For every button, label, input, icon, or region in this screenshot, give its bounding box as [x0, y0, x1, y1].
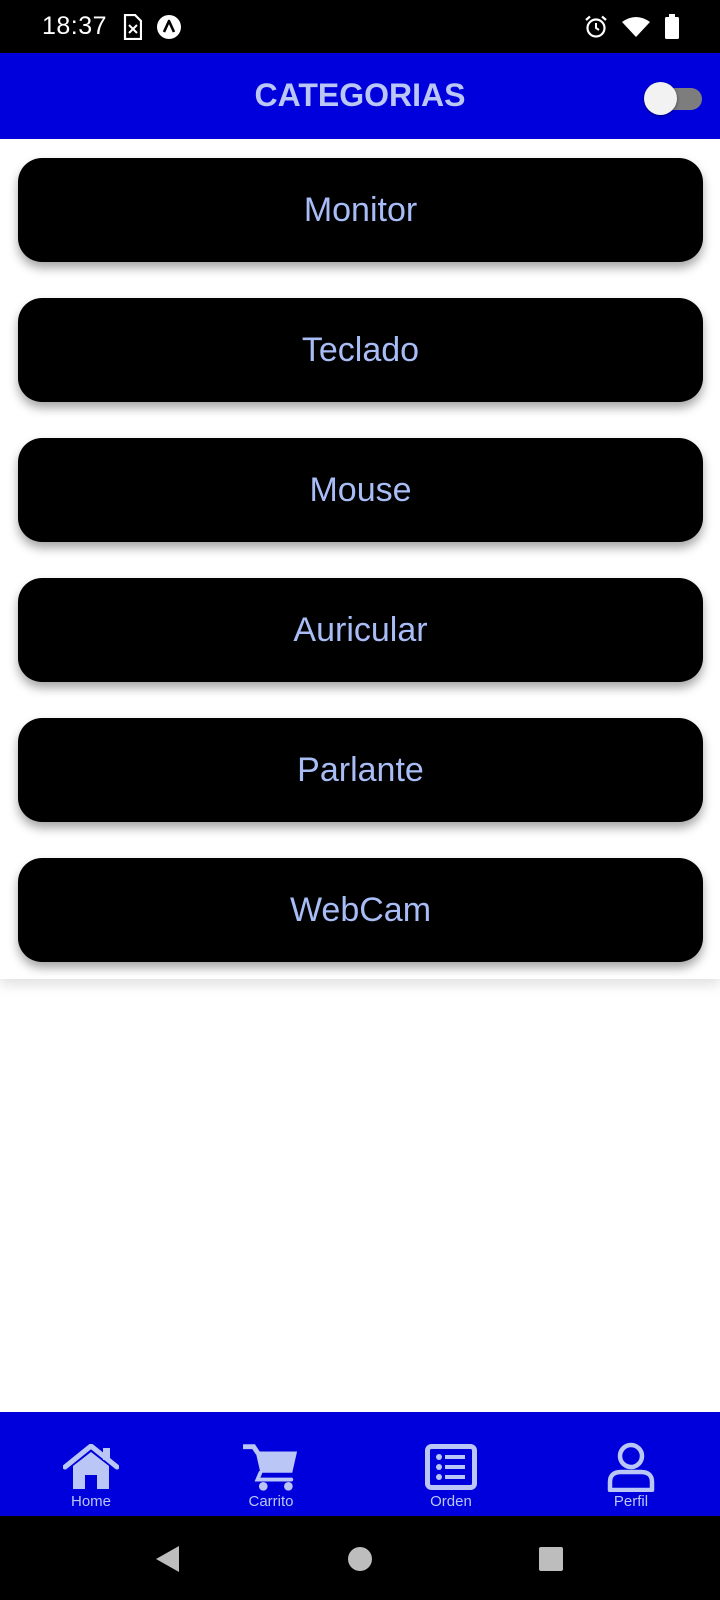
status-time: 18:37	[42, 12, 108, 40]
category-list	[0, 139, 720, 979]
category-label: Parlante	[297, 750, 424, 789]
theme-toggle[interactable]	[644, 80, 702, 115]
category-item-auricular[interactable]: Auricular	[18, 578, 703, 682]
app-bar: CATEGORIAS	[0, 53, 720, 139]
system-nav-bar	[0, 1516, 720, 1600]
nav-label-carrito: Carrito	[248, 1493, 294, 1510]
category-label: Monitor	[303, 190, 418, 229]
home-icon	[63, 1442, 119, 1492]
status-right-icons	[584, 14, 680, 45]
bottom-nav: Home Carrito Orden Perfil	[0, 1412, 720, 1516]
status-left-icons	[122, 13, 182, 45]
category-label: Mouse	[309, 470, 412, 509]
nav-item-home[interactable]: Home	[31, 1412, 151, 1516]
nav-item-perfil[interactable]: Perfil	[571, 1412, 691, 1516]
category-item-parlante[interactable]: Parlante	[18, 718, 703, 822]
app-notification-icon	[156, 14, 182, 45]
alarm-icon	[584, 15, 608, 44]
profile-icon	[603, 1442, 659, 1492]
battery-icon	[664, 14, 680, 45]
wifi-icon	[622, 16, 650, 43]
toggle-thumb	[644, 82, 677, 115]
nav-label-orden: Orden	[430, 1493, 472, 1510]
category-label: WebCam	[289, 890, 432, 929]
recents-square-icon[interactable]	[534, 1542, 568, 1576]
home-circle-icon[interactable]	[343, 1542, 377, 1576]
category-item-monitor[interactable]: Monitor	[18, 158, 703, 262]
nav-item-carrito[interactable]: Carrito	[211, 1412, 331, 1516]
category-item-teclado[interactable]: Teclado	[18, 298, 703, 402]
screen: 18:37 CATEGORIAS Monitor Teclado Mouse A…	[0, 0, 720, 1600]
nav-label-perfil: Perfil	[613, 1493, 649, 1510]
sim-card-icon	[122, 13, 143, 45]
category-label: Auricular	[293, 610, 428, 649]
status-bar: 18:37	[0, 0, 720, 53]
nav-label-home: Home	[70, 1493, 111, 1510]
category-label: Teclado	[301, 330, 420, 369]
category-item-mouse[interactable]: Mouse	[18, 438, 703, 542]
category-item-webcam[interactable]: WebCam	[18, 858, 703, 962]
page-title: CATEGORIAS	[254, 77, 466, 113]
cart-icon	[243, 1442, 299, 1492]
list-icon	[423, 1442, 479, 1492]
back-icon[interactable]	[150, 1542, 184, 1576]
nav-item-orden[interactable]: Orden	[391, 1412, 511, 1516]
